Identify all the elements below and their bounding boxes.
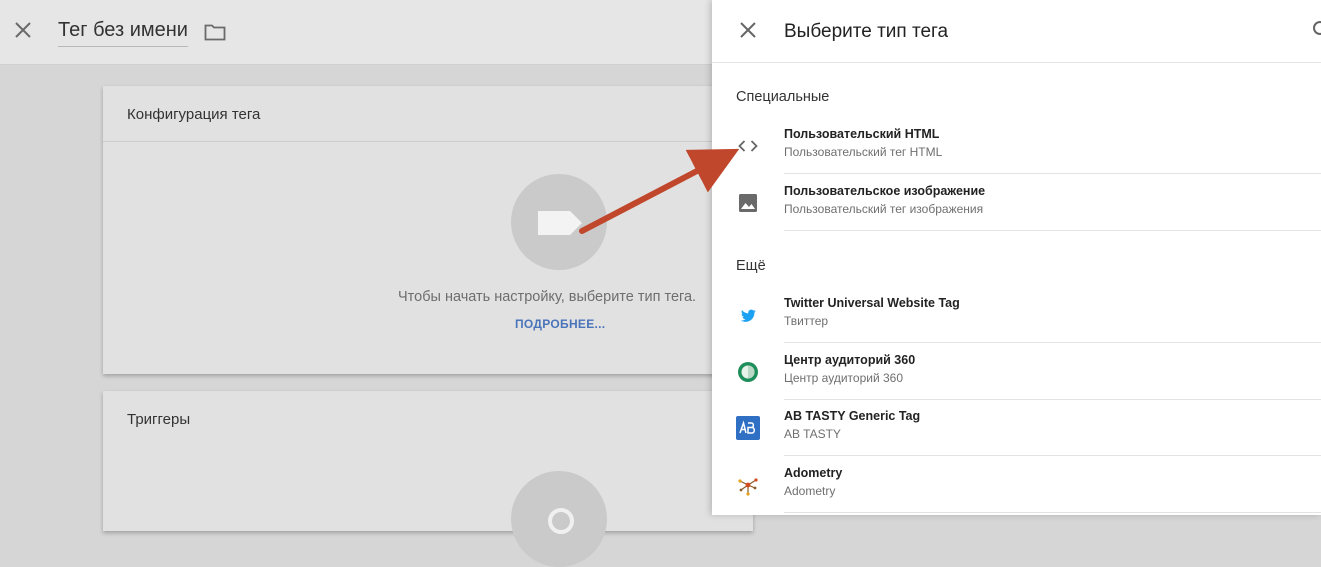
audience-center-icon [738,362,758,382]
card-title: Конфигурация тега [127,106,261,123]
search-icon[interactable] [1312,20,1321,38]
section-more: Ещё [736,258,766,274]
tag-type-placeholder[interactable] [511,174,607,270]
item-subtitle: Adometry [784,484,836,498]
item-name: AB TASTY Generic Tag [784,409,921,423]
tag-type-item-ab-tasty[interactable]: AB TASTY Generic Tag AB TASTY [712,400,1321,456]
tag-type-panel: Выберите тип тега Специальные Пользовате… [712,0,1321,515]
item-subtitle: Центр аудиторий 360 [784,371,903,385]
divider [784,512,1321,513]
tag-type-item-adometry[interactable]: Adometry Adometry [712,457,1321,513]
tag-type-item-audience-center[interactable]: Центр аудиторий 360 Центр аудиторий 360 [712,344,1321,400]
panel-header: Выберите тип тега [712,0,1321,63]
divider [784,173,1321,174]
tag-type-item-custom-image[interactable]: Пользовательское изображение Пользовател… [712,175,1321,231]
ab-tasty-icon [736,416,760,440]
divider [784,455,1321,456]
divider [784,230,1321,231]
divider [103,141,753,142]
close-icon[interactable] [12,19,34,41]
tag-icon [538,211,582,235]
tag-type-item-twitter[interactable]: Twitter Universal Website Tag Твиттер [712,287,1321,343]
tag-type-item-custom-html[interactable]: Пользовательский HTML Пользовательский т… [712,118,1321,174]
panel-title: Выберите тип тега [784,21,949,42]
item-subtitle: Пользовательский тег HTML [784,145,943,159]
close-icon[interactable] [738,20,758,40]
item-subtitle: AB TASTY [784,427,841,441]
item-name: Пользовательский HTML [784,127,940,141]
card-title: Триггеры [127,411,191,428]
trigger-icon [548,508,574,534]
item-subtitle: Пользовательский тег изображения [784,202,984,216]
image-icon [739,194,757,212]
tag-name-field[interactable]: Тег без имени [58,19,188,47]
item-name: Adometry [784,466,843,480]
trigger-placeholder[interactable] [511,471,607,567]
item-name: Twitter Universal Website Tag [784,296,960,310]
twitter-icon [740,309,756,322]
divider [784,342,1321,343]
code-icon [738,140,758,152]
tag-configuration-card[interactable]: Конфигурация тега Чтобы начать настройку… [103,86,753,374]
item-name: Центр аудиторий 360 [784,353,916,367]
item-name: Пользовательское изображение [784,184,986,198]
folder-icon[interactable] [204,23,226,41]
item-subtitle: Твиттер [784,314,829,328]
section-special: Специальные [736,89,830,105]
learn-more-link[interactable]: ПОДРОБНЕЕ... [515,317,605,331]
adometry-icon [738,478,758,496]
configuration-hint: Чтобы начать настройку, выберите тип тег… [398,289,697,305]
triggers-card[interactable]: Триггеры [103,391,753,567]
